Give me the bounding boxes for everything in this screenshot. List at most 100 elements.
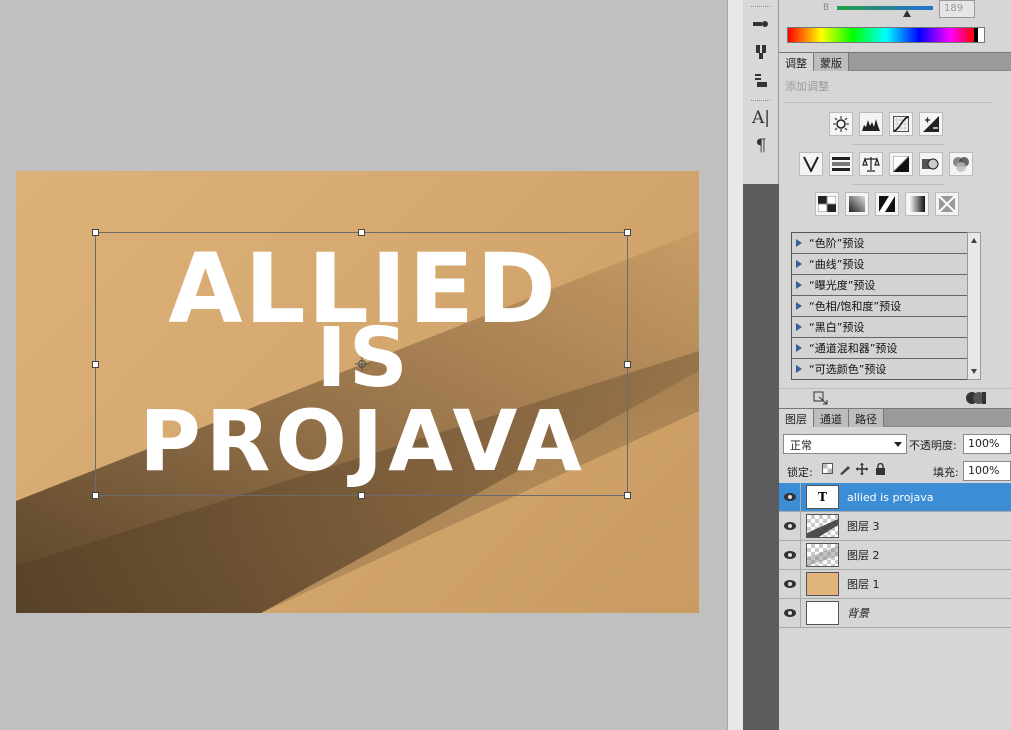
right-panels: B 189 调整 蒙版 添加调整 “色阶”预设 “曲线”预设 “曝光度”预设 “…: [779, 0, 1011, 730]
exposure-icon[interactable]: [919, 112, 943, 136]
channel-b-value-input[interactable]: 189: [939, 0, 975, 18]
layer-visibility-toggle[interactable]: [779, 482, 801, 512]
vibrance-icon[interactable]: [799, 152, 823, 176]
channel-b-label: B: [823, 3, 830, 13]
lock-label: 锁定:: [787, 466, 813, 479]
expand-arrow-icon[interactable]: [796, 281, 802, 289]
list-item[interactable]: “色相/饱和度”预设: [792, 296, 980, 317]
lock-position-icon[interactable]: [856, 463, 868, 475]
chevron-down-icon: [894, 442, 902, 447]
list-item[interactable]: “曲线”预设: [792, 254, 980, 275]
photo-filter-icon[interactable]: [919, 152, 943, 176]
layer-row-layer3[interactable]: 图层 3: [779, 511, 1011, 541]
tool-presets-icon[interactable]: [743, 66, 779, 94]
adjustments-panel: 调整 蒙版 添加调整 “色阶”预设 “曲线”预设 “曝光度”预设 “色相/饱和度…: [779, 52, 1011, 408]
tab-adjustments[interactable]: 调整: [779, 53, 814, 71]
threshold-icon[interactable]: [875, 192, 899, 216]
reference-point-icon[interactable]: [355, 357, 369, 371]
hue-saturation-icon[interactable]: [829, 152, 853, 176]
visibility-toggle-icon[interactable]: [965, 391, 987, 405]
opacity-label: 不透明度:: [909, 439, 957, 452]
list-item[interactable]: “曝光度”预设: [792, 275, 980, 296]
eye-icon: [783, 522, 796, 530]
expand-arrow-icon[interactable]: [796, 344, 802, 352]
transform-handle-bottom-left[interactable]: [92, 492, 99, 499]
layer-visibility-toggle[interactable]: [779, 540, 801, 570]
text-layer-thumbnail: T: [806, 485, 839, 509]
blend-mode-select[interactable]: 正常: [783, 434, 907, 454]
invert-icon[interactable]: [815, 192, 839, 216]
color-spectrum-bar[interactable]: [787, 27, 985, 43]
expand-arrow-icon[interactable]: [796, 365, 802, 373]
expand-arrow-icon[interactable]: [796, 323, 802, 331]
expand-arrow-icon[interactable]: [796, 302, 802, 310]
transform-handle-top-left[interactable]: [92, 229, 99, 236]
layer-visibility-toggle[interactable]: [779, 598, 801, 628]
tab-masks[interactable]: 蒙版: [814, 53, 849, 71]
expand-arrow-icon[interactable]: [796, 239, 802, 247]
layer-name[interactable]: 图层 2: [847, 547, 880, 563]
layer-name[interactable]: 背景: [847, 605, 869, 621]
tab-channels[interactable]: 通道: [814, 409, 849, 427]
layer-name[interactable]: 图层 3: [847, 518, 880, 534]
channel-b-slider[interactable]: [837, 6, 933, 10]
lock-transparency-icon[interactable]: [821, 463, 833, 475]
selective-color-icon[interactable]: [935, 192, 959, 216]
layer-thumbnail: [806, 572, 839, 596]
character-panel-icon[interactable]: A|: [743, 104, 779, 132]
slider-thumb-icon[interactable]: [903, 10, 911, 17]
divider: [853, 184, 945, 185]
adjustment-icon-row-3: [815, 192, 959, 216]
transform-handle-top[interactable]: [358, 229, 365, 236]
presets-scrollbar[interactable]: [967, 232, 981, 380]
adjustment-presets-list: “色阶”预设 “曲线”预设 “曝光度”预设 “色相/饱和度”预设 “黑白”预设 …: [791, 232, 981, 380]
list-item[interactable]: “可选颜色”预设: [792, 359, 980, 379]
brush-presets-icon[interactable]: [743, 10, 779, 38]
layer-row-text[interactable]: T allied is projava: [779, 482, 1011, 512]
brightness-contrast-icon[interactable]: [829, 112, 853, 136]
list-item[interactable]: “黑白”预设: [792, 317, 980, 338]
tab-paths[interactable]: 路径: [849, 409, 884, 427]
layers-list: T allied is projava 图层 3 图层 2 图层 1 背景: [779, 482, 1011, 628]
dock-tool-group: A| ¶: [743, 0, 779, 184]
blend-mode-value: 正常: [790, 439, 812, 452]
layer-thumbnail: [806, 601, 839, 625]
transform-handle-top-right[interactable]: [624, 229, 631, 236]
lock-all-icon[interactable]: [874, 462, 886, 475]
posterize-icon[interactable]: [845, 192, 869, 216]
opacity-input[interactable]: 100%: [963, 434, 1011, 454]
layer-row-background[interactable]: 背景: [779, 598, 1011, 628]
layers-tabbar: 图层 通道 路径: [779, 408, 1011, 427]
clip-to-layer-icon[interactable]: [813, 391, 829, 405]
list-item[interactable]: “色阶”预设: [792, 233, 980, 254]
channel-mixer-icon[interactable]: [949, 152, 973, 176]
layer-name[interactable]: allied is projava: [847, 491, 933, 504]
layer-row-layer1[interactable]: 图层 1: [779, 569, 1011, 599]
gradient-map-icon[interactable]: [905, 192, 929, 216]
layer-visibility-toggle[interactable]: [779, 511, 801, 541]
color-balance-icon[interactable]: [859, 152, 883, 176]
collapsed-panel-dock: A| ¶: [743, 0, 779, 730]
paragraph-panel-icon[interactable]: ¶: [743, 132, 779, 160]
color-panel: B 189: [779, 0, 1011, 52]
levels-icon[interactable]: [859, 112, 883, 136]
expand-arrow-icon[interactable]: [796, 260, 802, 268]
eye-icon: [783, 609, 796, 617]
black-white-icon[interactable]: [889, 152, 913, 176]
curves-icon[interactable]: [889, 112, 913, 136]
transform-handle-bottom[interactable]: [358, 492, 365, 499]
transform-handle-right[interactable]: [624, 361, 631, 368]
list-item[interactable]: “通道混和器”预设: [792, 338, 980, 359]
clone-source-icon[interactable]: [743, 38, 779, 66]
layer-name[interactable]: 图层 1: [847, 576, 880, 592]
panel-divider[interactable]: [727, 0, 743, 730]
lock-pixels-icon[interactable]: [839, 463, 851, 475]
layer-row-layer2[interactable]: 图层 2: [779, 540, 1011, 570]
tab-layers[interactable]: 图层: [779, 409, 814, 427]
fill-input[interactable]: 100%: [963, 461, 1011, 481]
layer-visibility-toggle[interactable]: [779, 569, 801, 599]
layers-panel: 图层 通道 路径 正常 不透明度: 100% 锁定: 填充: 100% T al…: [779, 408, 1011, 730]
transform-handle-left[interactable]: [92, 361, 99, 368]
transform-handle-bottom-right[interactable]: [624, 492, 631, 499]
document-workspace: ALLIED IS PROJAVA: [0, 0, 727, 730]
